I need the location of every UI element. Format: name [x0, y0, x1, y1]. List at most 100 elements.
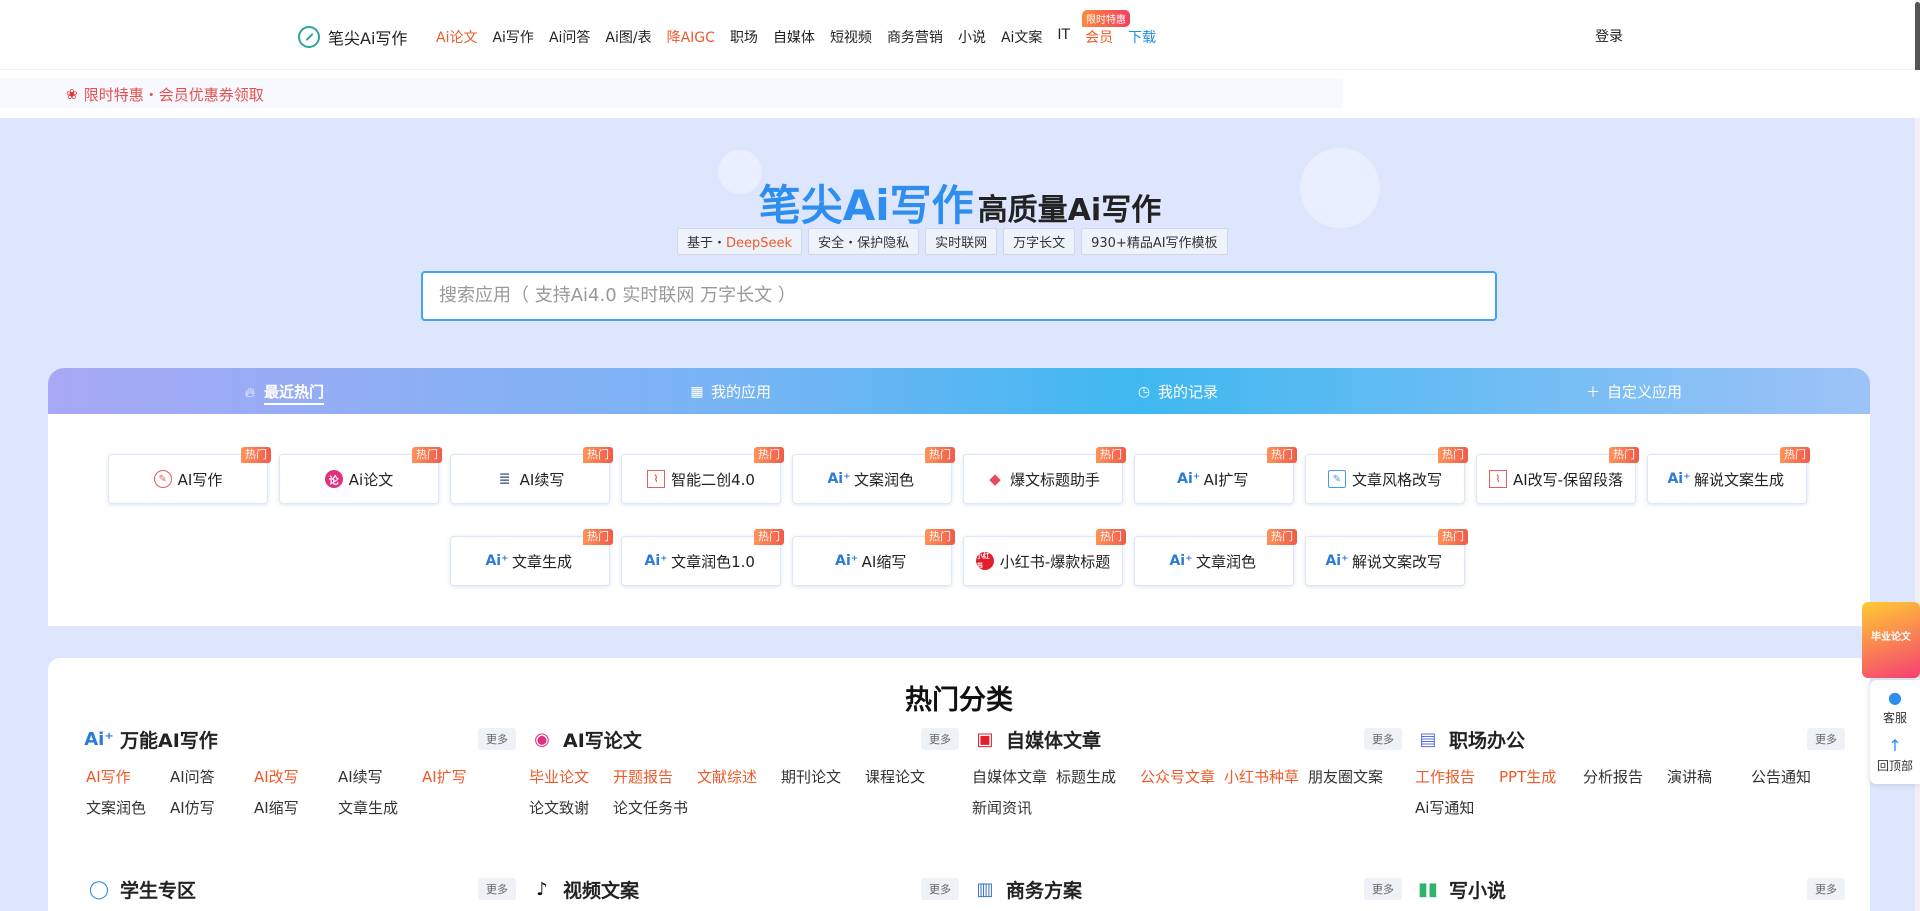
category-link[interactable]: 公众号文章	[1140, 766, 1224, 787]
grid-icon: ▦	[690, 383, 704, 400]
app-card[interactable]: Ai⁺ 解说文案生成 热门	[1647, 447, 1810, 504]
category-name: AI写论文	[563, 729, 642, 752]
app-card[interactable]: ⌇ AI改写-保留段落 热门	[1476, 447, 1639, 504]
thesis-promo-float[interactable]: 毕业论文	[1862, 602, 1920, 678]
nav-item[interactable]: 自媒体	[773, 27, 815, 47]
nav-item[interactable]: 下载	[1128, 27, 1156, 47]
category-link[interactable]: 新闻资讯	[972, 797, 1056, 818]
category-header: ◯ 学生专区 更多	[86, 876, 516, 902]
app-card[interactable]: Ai⁺ 文章润色 热门	[1134, 529, 1297, 586]
more-button[interactable]: 更多	[1807, 878, 1845, 900]
app-card[interactable]: 论 Ai论文 热门	[279, 447, 442, 504]
more-button[interactable]: 更多	[478, 878, 516, 900]
tab-my-apps[interactable]: ▦ 我的应用	[689, 381, 771, 402]
app-card[interactable]: Ai⁺ AI扩写 热门	[1134, 447, 1297, 504]
circle-pen-icon: ✎	[153, 470, 172, 488]
search-input[interactable]: 搜索应用（ 支持Ai4.0 实时联网 万字长文 ）	[421, 271, 1497, 321]
category-link[interactable]: 开题报告	[613, 766, 697, 787]
main-nav: Ai论文 Ai写作 Ai问答 Ai图/表 降AIGC 职场 自媒体 短视频 商务营销 小说 Ai文案…	[436, 27, 1171, 47]
category-link[interactable]: 演讲稿	[1667, 766, 1751, 787]
category-link[interactable]: 工作报告	[1415, 766, 1499, 787]
category-link[interactable]: 分析报告	[1583, 766, 1667, 787]
app-label: AI改写-保留段落	[1512, 470, 1624, 489]
category-link[interactable]: 毕业论文	[529, 766, 613, 787]
hero-title-main: 笔尖Ai写作	[758, 181, 974, 230]
more-button[interactable]: 更多	[1364, 728, 1402, 750]
customer-service-button[interactable]: ● 客服	[1870, 688, 1920, 726]
category-link[interactable]: AI写作	[86, 766, 170, 787]
tab-my-records[interactable]: ◷ 我的记录	[1136, 381, 1218, 402]
category-link[interactable]: 期刊论文	[781, 766, 865, 787]
app-card[interactable]: Ai⁺ 文章润色1.0 热门	[621, 529, 784, 586]
more-button[interactable]: 更多	[921, 728, 959, 750]
hot-badge: 热门	[583, 447, 613, 463]
category-link[interactable]: AI扩写	[422, 766, 506, 787]
category-link[interactable]: AI续写	[338, 766, 422, 787]
nav-item[interactable]: 降AIGC	[667, 27, 715, 47]
promo-banner: ❀ 限时特惠・会员优惠券领取	[0, 70, 1920, 118]
more-button[interactable]: 更多	[1364, 878, 1402, 900]
app-label: AI续写	[519, 470, 565, 489]
category-link[interactable]: 论文致谢	[529, 797, 613, 818]
app-label: 文章润色1.0	[671, 552, 755, 571]
category-name: 自媒体文章	[1006, 729, 1102, 752]
nav-item[interactable]: Ai图/表	[605, 27, 651, 47]
category-link[interactable]: 课程论文	[865, 766, 949, 787]
category-link[interactable]: 小红书种草	[1224, 766, 1308, 787]
login-link[interactable]: 登录	[1595, 26, 1623, 46]
category-link[interactable]: 论文任务书	[613, 797, 697, 818]
category-link[interactable]: AI缩写	[254, 797, 338, 818]
tab-recent-hot[interactable]: 🔥︎ 最近热门	[242, 381, 325, 405]
app-card[interactable]: ✎ AI写作 热门	[108, 447, 271, 504]
category-link[interactable]: AI改写	[254, 766, 338, 787]
category-link[interactable]: 标题生成	[1056, 766, 1140, 787]
category-link[interactable]: 公告通知	[1751, 766, 1835, 787]
nav-item[interactable]: 小说	[958, 27, 986, 47]
app-card[interactable]: Ai⁺ 文章生成 热门	[450, 529, 613, 586]
feature-tag: 实时联网	[925, 228, 998, 255]
category-link[interactable]: Ai写通知	[1415, 797, 1499, 818]
business-icon: ▥	[976, 878, 994, 900]
app-card[interactable]: ◆ 爆文标题助手 热门	[963, 447, 1126, 504]
more-button[interactable]: 更多	[921, 878, 959, 900]
nav-item[interactable]: Ai问答	[549, 27, 590, 47]
app-card[interactable]: 小红书 小红书-爆款标题 热门	[963, 529, 1126, 586]
category-links: 自媒体文章 标题生成 公众号文章 小红书种草 朋友圈文案新闻资讯	[972, 766, 1402, 818]
hot-badge: 热门	[1780, 447, 1810, 463]
nav-item[interactable]: Ai文案	[1001, 27, 1042, 47]
app-card[interactable]: Ai⁺ 解说文案改写 热门	[1305, 529, 1468, 586]
ai-icon: Ai⁺	[1177, 471, 1201, 487]
nav-item[interactable]: 会员	[1085, 27, 1113, 47]
student-icon: ◯	[88, 878, 110, 900]
category-link[interactable]: AI问答	[170, 766, 254, 787]
app-card[interactable]: ✎ 文章风格改写 热门	[1305, 447, 1468, 504]
hot-badge: 热门	[412, 447, 442, 463]
app-card[interactable]: Ai⁺ 文案润色 热门	[792, 447, 955, 504]
category-link[interactable]: 文献综述	[697, 766, 781, 787]
category-link[interactable]: 自媒体文章	[972, 766, 1056, 787]
category-link[interactable]: 文案润色	[86, 797, 170, 818]
coupon-link[interactable]: ❀ 限时特惠・会员优惠券领取	[66, 84, 264, 105]
category-link[interactable]: 文章生成	[338, 797, 422, 818]
service-label: 客服	[1882, 711, 1907, 725]
more-button[interactable]: 更多	[478, 728, 516, 750]
nav-item[interactable]: 职场	[730, 27, 758, 47]
category-link[interactable]: 朋友圈文案	[1308, 766, 1392, 787]
nav-item[interactable]: Ai写作	[492, 27, 533, 47]
nav-item[interactable]: 商务营销	[887, 27, 943, 47]
xiaohongshu-icon: 小红书	[975, 552, 994, 570]
category-links: AI写作 AI问答 AI改写 AI续写 AI扩写文案润色 AI仿写 AI缩写 文章生成	[86, 766, 516, 818]
app-card[interactable]: ≣ AI续写 热门	[450, 447, 613, 504]
back-to-top-button[interactable]: ↑ 回顶部	[1870, 736, 1920, 774]
category-link[interactable]: AI仿写	[170, 797, 254, 818]
nav-item[interactable]: 短视频	[830, 27, 872, 47]
category-link[interactable]: PPT生成	[1499, 766, 1583, 787]
nav-item[interactable]: IT	[1057, 27, 1070, 47]
nav-item[interactable]: Ai论文	[436, 27, 477, 47]
promo-float-text: 毕业论文	[1871, 632, 1911, 643]
app-card[interactable]: ⌇ 智能二创4.0 热门	[621, 447, 784, 504]
tab-custom-app[interactable]: ＋ 自定义应用	[1585, 381, 1682, 402]
brand-link[interactable]: 笔尖Ai写作	[298, 25, 407, 49]
more-button[interactable]: 更多	[1807, 728, 1845, 750]
app-card[interactable]: Ai⁺ AI缩写 热门	[792, 529, 955, 586]
